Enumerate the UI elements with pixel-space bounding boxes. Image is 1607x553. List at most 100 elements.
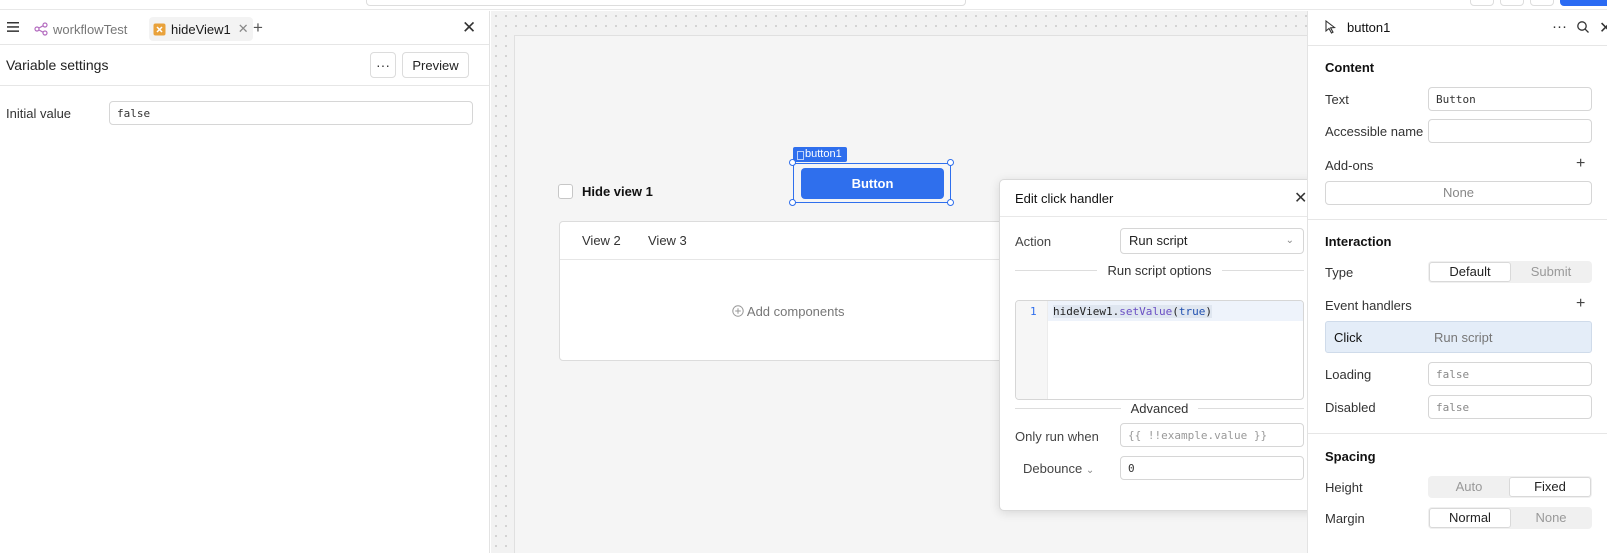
loading-label: Loading [1325, 367, 1372, 382]
top-primary-button[interactable] [1560, 0, 1607, 6]
chevron-down-icon: ⌄ [1085, 465, 1095, 476]
script-editor[interactable]: 1 hideView1.setValue(true) [1015, 300, 1304, 400]
variable-settings-header: Variable settings ··· Preview [0, 45, 489, 86]
height-label: Height [1325, 480, 1363, 495]
preview-button[interactable]: Preview [402, 52, 469, 78]
chevron-down-icon: ⌄ [1285, 235, 1294, 246]
tab-view-3[interactable]: View 3 [648, 233, 687, 248]
variable-icon [153, 23, 166, 35]
button1-component[interactable]: Button [801, 168, 944, 199]
action-label: Action [1015, 234, 1052, 249]
margin-toggle: Normal None [1428, 507, 1592, 529]
add-event-handler-icon[interactable]: + [1576, 295, 1585, 313]
tab-view-2[interactable]: View 2 [582, 233, 621, 248]
margin-option-none[interactable]: None [1511, 508, 1591, 528]
accessible-name-label: Accessible name [1325, 124, 1424, 139]
height-option-auto[interactable]: Auto [1429, 477, 1509, 497]
tab-label: workflowTest [53, 21, 128, 37]
code-token: ) [1205, 305, 1212, 318]
plus-circle-icon [732, 305, 744, 317]
add-addon-icon[interactable]: + [1576, 155, 1585, 173]
action-select[interactable]: Run script ⌄ [1120, 228, 1304, 254]
event-handler-event: Click [1334, 330, 1363, 345]
close-tab-icon[interactable]: ✕ [238, 21, 249, 37]
close-panel-icon[interactable]: ✕ [462, 18, 476, 38]
type-toggle: Default Submit [1428, 261, 1592, 283]
only-run-when-input[interactable] [1120, 423, 1304, 447]
resize-handle[interactable] [789, 199, 796, 206]
type-option-submit[interactable]: Submit [1511, 262, 1591, 282]
dialog-title: Edit click handler [1015, 191, 1114, 206]
resize-handle[interactable] [947, 199, 954, 206]
close-icon[interactable]: ✕ [1599, 18, 1607, 38]
resize-handle[interactable] [947, 159, 954, 166]
component-name[interactable]: button1 [1347, 20, 1390, 35]
tabbed-container: View 2 View 3 Add components [559, 221, 1039, 361]
add-components-label: Add components [746, 304, 845, 319]
event-handlers-label: Event handlers [1325, 298, 1412, 313]
margin-label: Margin [1325, 511, 1365, 526]
run-script-options-divider: Run script options [1015, 263, 1304, 278]
initial-value-row: Initial value [0, 101, 490, 127]
top-toolbar-button[interactable] [1530, 0, 1554, 6]
height-toggle: Auto Fixed [1428, 476, 1592, 498]
workflow-icon [34, 22, 48, 36]
code-tabs-bar: workflowTest hideView1 ✕ + ✕ [0, 11, 489, 45]
debounce-input[interactable] [1120, 456, 1304, 480]
accessible-name-input[interactable] [1428, 119, 1592, 143]
search-icon[interactable] [1576, 20, 1590, 34]
more-icon[interactable]: ··· [1552, 18, 1567, 35]
divider [1308, 433, 1607, 434]
event-handler-row[interactable]: Click Run script [1325, 321, 1592, 353]
hamburger-menu-icon[interactable] [6, 20, 20, 34]
checkbox-label: Hide view 1 [582, 184, 653, 199]
tab-hideview1[interactable]: hideView1 ✕ [149, 17, 253, 41]
code-token: setValue [1119, 305, 1173, 318]
top-toolbar-button[interactable] [1470, 0, 1494, 6]
disabled-label: Disabled [1325, 400, 1376, 415]
hide-view-checkbox[interactable] [558, 184, 573, 199]
top-toolbar-button[interactable] [1500, 0, 1524, 6]
margin-option-normal[interactable]: Normal [1429, 508, 1511, 528]
initial-value-input[interactable] [109, 101, 473, 125]
top-search-bar[interactable] [366, 0, 966, 6]
text-label: Text [1325, 92, 1349, 107]
advanced-label: Advanced [1120, 401, 1199, 416]
add-components-button[interactable]: Add components [732, 304, 844, 319]
disabled-input[interactable] [1428, 395, 1592, 419]
initial-value-label: Initial value [6, 106, 72, 121]
divider [1308, 219, 1607, 220]
selected-component-tag[interactable]: button1 [793, 147, 847, 162]
debounce-dropdown[interactable]: Debounce ⌄ [1023, 461, 1094, 476]
close-icon[interactable]: ✕ [1294, 188, 1307, 208]
add-tab-icon[interactable]: + [253, 18, 263, 38]
type-option-default[interactable]: Default [1429, 262, 1511, 282]
divider [1308, 45, 1607, 46]
top-toolbar [0, 0, 1607, 10]
debounce-label: Debounce [1023, 461, 1083, 476]
code-token: true [1178, 305, 1206, 318]
height-option-fixed[interactable]: Fixed [1509, 477, 1591, 497]
tab-label: hideView1 [171, 21, 231, 37]
action-select-value: Run script [1129, 233, 1188, 248]
more-options-button[interactable]: ··· [370, 52, 396, 78]
inspector-panel: button1 ··· ✕ Content Text Accessible na… [1307, 11, 1607, 553]
only-run-when-label: Only run when [1015, 429, 1099, 444]
addons-none-box[interactable]: None [1325, 181, 1592, 205]
line-number: 1 [1030, 305, 1037, 318]
code-token: ( [1172, 305, 1179, 318]
advanced-divider: Advanced [1015, 401, 1304, 416]
resize-handle[interactable] [789, 159, 796, 166]
text-input[interactable] [1428, 87, 1592, 111]
edit-click-handler-dialog: Edit click handler ✕ Action Run script ⌄… [999, 179, 1319, 511]
interaction-section-title: Interaction [1325, 234, 1392, 249]
code-token: hideView1 [1053, 305, 1113, 318]
cursor-icon [1325, 20, 1336, 34]
type-label: Type [1325, 265, 1354, 280]
tab-workflowtest[interactable]: workflowTest [34, 17, 127, 41]
loading-input[interactable] [1428, 362, 1592, 386]
dialog-header: Edit click handler ✕ [1000, 180, 1318, 217]
event-handler-action: Run script [1434, 330, 1493, 345]
spacing-section-title: Spacing [1325, 449, 1376, 464]
left-panel: workflowTest hideView1 ✕ + ✕ Variable se… [0, 11, 490, 553]
